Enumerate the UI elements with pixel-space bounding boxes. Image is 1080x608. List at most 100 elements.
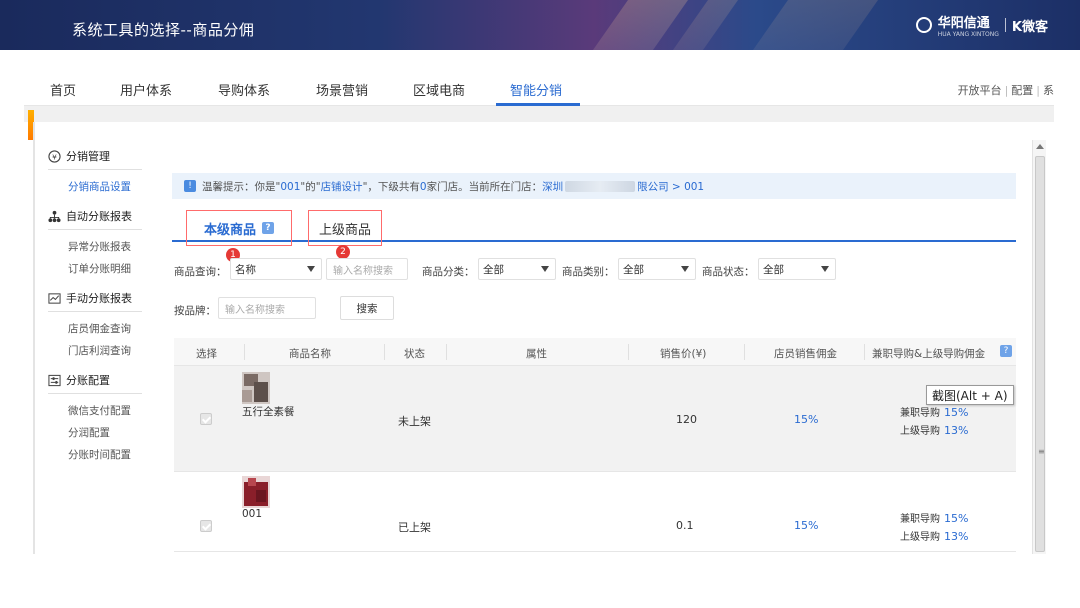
nav-item-regional-ecommerce[interactable]: 区域电商 xyxy=(413,80,465,99)
header-banner: 系统工具的选择--商品分佣 华阳信通 HUA YANG XINTONG K微客 xyxy=(0,0,1080,50)
product-tabs: 本级商品? 上级商品 xyxy=(172,210,1016,246)
status-label: 商品状态： xyxy=(702,266,755,278)
sidebar-group-manual-report: 手动分账报表 店员佣金查询 门店利润查询 xyxy=(48,290,148,362)
scroll-thumb[interactable]: ≡ xyxy=(1035,156,1045,552)
scroll-up-arrow-icon[interactable] xyxy=(1036,144,1044,149)
notice-text: 温馨提示：你是"001"的"店铺设计"，下级共有0家门店。当前所在门店：深圳 限公… xyxy=(202,180,705,193)
status-select[interactable]: 全部 xyxy=(758,258,836,280)
row-checkbox[interactable] xyxy=(200,520,212,532)
brand-logo: 华阳信通 HUA YANG XINTONG K微客 xyxy=(915,12,1048,38)
nav-item-guide-system[interactable]: 导购体系 xyxy=(218,80,270,99)
sidebar-group-title: 手动分账报表 xyxy=(66,292,132,305)
column-divider xyxy=(864,344,865,360)
column-header: 商品名称 xyxy=(289,348,331,360)
tab-upper-products[interactable]: 上级商品 xyxy=(308,210,382,246)
nav-item-scene-marketing[interactable]: 场景营销 xyxy=(316,80,368,99)
help-icon[interactable]: ? xyxy=(1000,345,1012,357)
help-icon[interactable]: ? xyxy=(262,222,274,234)
sidebar-group-title: 分销管理 xyxy=(66,150,110,163)
sidebar-item-abnormal-report[interactable]: 异常分账报表 xyxy=(48,236,148,258)
brand-search-input[interactable]: 输入名称搜索 xyxy=(218,297,316,319)
info-icon: ! xyxy=(184,180,196,192)
chevron-down-icon xyxy=(541,266,549,272)
content-header-strip xyxy=(24,106,1054,122)
table-row[interactable]: 五行全素餐 未上架 120 15% 兼职导购 15% 上级导购 13% xyxy=(174,366,1016,472)
column-header: 属性 xyxy=(526,348,547,360)
sidebar-item-staff-commission[interactable]: 店员佣金查询 xyxy=(48,318,148,340)
chevron-down-icon xyxy=(307,266,315,272)
sidebar-item-wechat-pay[interactable]: 微信支付配置 xyxy=(48,400,148,422)
sidebar-group-auto-report: 自动分账报表 异常分账报表 订单分账明细 xyxy=(48,208,148,280)
vertical-scrollbar[interactable]: ≡ xyxy=(1032,140,1046,554)
scroll-grip-icon: ≡ xyxy=(1038,447,1045,456)
page-title: 系统工具的选择--商品分佣 xyxy=(72,21,255,39)
column-header: 销售价(¥) xyxy=(660,348,707,360)
column-header: 店员销售佣金 xyxy=(774,348,837,360)
sidebar-group-head: 分账配置 xyxy=(48,372,142,394)
sidebar-group-title: 分账配置 xyxy=(66,374,110,387)
sidebar: ¥ 分销管理 分销商品设置 自动分账报表 异常分账报表 订单分账明细 手动分账报… xyxy=(48,148,148,476)
svg-text:¥: ¥ xyxy=(52,152,57,161)
column-divider xyxy=(244,344,245,360)
category-select[interactable]: 全部 xyxy=(478,258,556,280)
sidebar-group-title: 自动分账报表 xyxy=(66,210,132,223)
link-open-platform[interactable]: 开放平台 xyxy=(958,84,1002,97)
column-divider xyxy=(446,344,447,360)
table-row[interactable]: 001 已上架 0.1 15% 兼职导购 15% 上级导购 13% xyxy=(174,472,1016,552)
link-system[interactable]: 系 xyxy=(1043,84,1054,97)
screenshot-tooltip: 截图(Alt + A) xyxy=(926,385,1014,405)
chevron-down-icon xyxy=(821,266,829,272)
type-select[interactable]: 全部 xyxy=(618,258,696,280)
brand-secondary: K微客 xyxy=(1011,19,1048,35)
upper-commission: 上级导购 13% xyxy=(900,424,969,437)
table-header: 选择 商品名称 状态 属性 销售价(¥) 店员销售佣金 兼职导购&上级导购佣金 … xyxy=(174,338,1016,366)
sidebar-group-head: 自动分账报表 xyxy=(48,208,142,230)
notice-bar: ! 温馨提示：你是"001"的"店铺设计"，下级共有0家门店。当前所在门店：深圳… xyxy=(172,173,1016,199)
column-divider xyxy=(744,344,745,360)
nav-item-user-system[interactable]: 用户体系 xyxy=(120,80,172,99)
query-field-select[interactable]: 名称 xyxy=(230,258,322,280)
sidebar-item-product-settings[interactable]: 分销商品设置 xyxy=(48,176,148,198)
sidebar-item-order-detail[interactable]: 订单分账明细 xyxy=(48,258,148,280)
product-thumbnail xyxy=(242,372,270,404)
sliders-icon xyxy=(48,374,61,386)
product-status: 已上架 xyxy=(398,521,431,534)
nav-item-smart-distribution[interactable]: 智能分销 xyxy=(510,80,562,99)
frame-divider xyxy=(33,122,35,554)
row-checkbox[interactable] xyxy=(200,413,212,425)
product-status: 未上架 xyxy=(398,415,431,428)
tab-own-products[interactable]: 本级商品? xyxy=(186,210,292,246)
banner-decoration xyxy=(717,0,893,50)
search-button[interactable]: 搜索 xyxy=(340,296,394,320)
query-input[interactable]: 输入名称搜索 xyxy=(326,258,408,280)
category-label: 商品分类： xyxy=(422,266,475,278)
link-config[interactable]: 配置 xyxy=(1011,84,1033,97)
chart-line-icon xyxy=(48,292,61,304)
top-links: 开放平台 | 配置 | 系 xyxy=(957,84,1054,97)
sidebar-group-head: ¥ 分销管理 xyxy=(48,148,142,170)
nav-item-home[interactable]: 首页 xyxy=(50,80,76,99)
column-header: 状态 xyxy=(404,348,425,360)
org-tree-icon xyxy=(48,210,61,222)
annotation-marker-2: 2 xyxy=(336,245,350,259)
chevron-down-icon xyxy=(681,266,689,272)
part-time-commission: 兼职导购 15% xyxy=(900,512,969,525)
product-table: 选择 商品名称 状态 属性 销售价(¥) 店员销售佣金 兼职导购&上级导购佣金 … xyxy=(174,338,1016,552)
brand-divider xyxy=(1004,18,1006,32)
product-name: 001 xyxy=(242,508,263,520)
type-label: 商品类别： xyxy=(562,266,615,278)
brand-label: 按品牌： xyxy=(174,305,216,317)
sidebar-item-split-time[interactable]: 分账时间配置 xyxy=(48,444,148,466)
brand-mark-icon xyxy=(915,17,932,33)
product-price: 120 xyxy=(676,413,697,426)
part-time-commission: 兼职导购 15% xyxy=(900,406,969,419)
sidebar-item-profit-share[interactable]: 分润配置 xyxy=(48,422,148,444)
product-thumbnail xyxy=(242,476,270,508)
staff-commission: 15% xyxy=(794,413,819,426)
brand-subtitle: HUA YANG XINTONG xyxy=(937,31,999,38)
sidebar-group-distribution: ¥ 分销管理 分销商品设置 xyxy=(48,148,148,198)
staff-commission: 15% xyxy=(794,519,819,532)
column-header: 兼职导购&上级导购佣金 xyxy=(872,348,986,360)
sidebar-item-store-profit[interactable]: 门店利润查询 xyxy=(48,340,148,362)
product-name: 五行全素餐 xyxy=(242,406,295,418)
